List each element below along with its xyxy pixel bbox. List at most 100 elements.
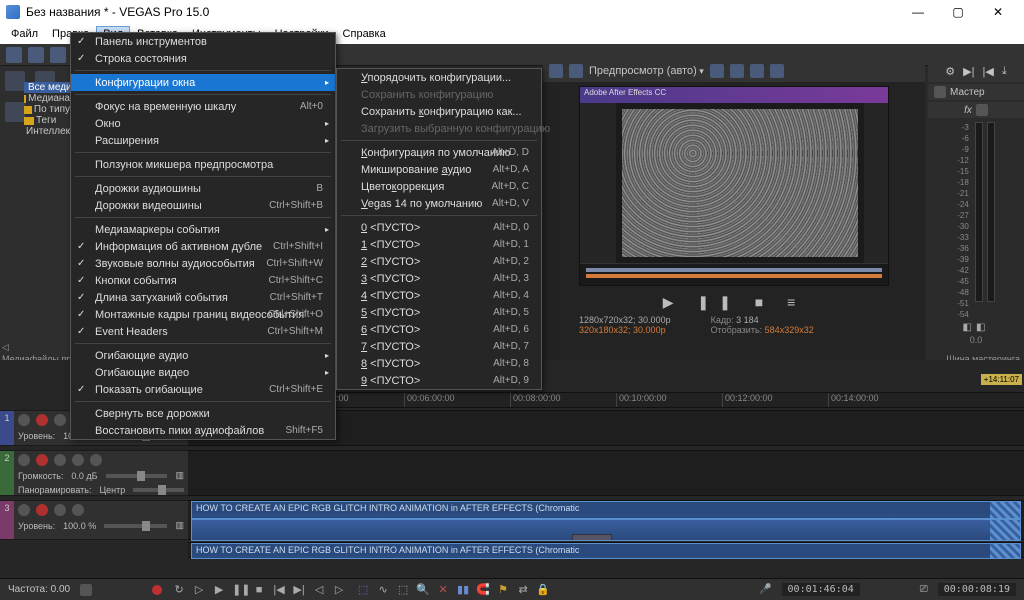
record-icon[interactable] [36,504,48,516]
tree-root[interactable]: Все меди [24,82,70,93]
menu-help[interactable]: Справка [336,26,393,42]
vol-slider[interactable] [106,474,168,478]
minimize-button[interactable]: — [898,5,938,19]
menu-item[interactable]: ✓Звуковые волны аудиособытияCtrl+Shift+W [71,255,335,272]
menu-file[interactable]: Файл [4,26,45,42]
submenu-item[interactable]: 7 <ПУСТО>Alt+D, 7 [337,338,541,355]
menu-item[interactable]: Восстановить пики аудиофайловShift+F5 [71,422,335,439]
bypass-icon[interactable] [18,414,30,426]
copy-icon[interactable] [750,64,764,78]
submenu-item[interactable]: 9 <ПУСТО>Alt+D, 9 [337,372,541,389]
track-header-2[interactable]: 2 Громкость:0.0 дБ▥ Панорамировать:Центр [0,450,188,496]
menu-item[interactable]: ✓Панель инструментов [71,33,335,50]
solo-mute[interactable]: ◧◧ [928,322,1024,333]
fx-icon[interactable] [770,64,784,78]
record-icon[interactable] [36,414,48,426]
ruler-tick[interactable]: 00:08:00:00 [510,393,616,407]
lock-icon[interactable]: 🔒 [536,583,550,596]
split-icon[interactable] [730,64,744,78]
submenu-item[interactable]: 8 <ПУСТО>Alt+D, 8 [337,355,541,372]
pause-icon[interactable]: ❚❚ [232,583,246,596]
track-lane-4[interactable]: HOW TO CREATE AN EPIC RGB GLITCH INTRO A… [188,542,1024,558]
submenu-item[interactable]: 1 <ПУСТО>Alt+D, 1 [337,236,541,253]
menu-item[interactable]: ✓Монтажные кадры границ видеособытияCtrl… [71,306,335,323]
snap-icon[interactable]: 🧲 [476,583,490,596]
menu-item[interactable]: Медиамаркеры события▸ [71,221,335,238]
select-icon[interactable]: ⬚ [396,583,410,596]
pan-slider[interactable] [133,488,184,492]
submenu-item[interactable]: 2 <ПУСТО>Alt+D, 2 [337,253,541,270]
submenu-item[interactable]: Конфигурация по умолчаниюAlt+D, D [337,144,541,161]
ruler-tick[interactable]: 00:06:00:00 [404,393,510,407]
split-icon[interactable]: ▮▮ [456,583,470,596]
normal-edit-icon[interactable]: ⬚ [356,583,370,596]
submenu-item[interactable]: ЦветокоррекцияAlt+D, C [337,178,541,195]
menu-item[interactable]: Расширения▸ [71,132,335,149]
track-lane-3[interactable]: HOW TO CREATE AN EPIC RGB GLITCH INTRO A… [188,500,1024,540]
timecode-2[interactable]: 00:00:08:19 [938,583,1016,596]
overlay-icon[interactable] [710,64,724,78]
rate-slider[interactable] [80,584,92,596]
menu-item[interactable]: ✓Показать огибающиеCtrl+Shift+E [71,381,335,398]
menu-item[interactable]: Конфигурации окна▸ [71,74,335,91]
edit-tools[interactable]: ⬚ ∿ ⬚ 🔍 ✕ ▮▮ 🧲 ⚑ ⇄ 🔒 [356,583,550,596]
zoom-icon[interactable]: 🔍 [416,583,430,596]
clip-anchor-icon[interactable]: ⎚ [920,584,928,595]
ruler-tick[interactable]: 00:12:00:00 [722,393,828,407]
submenu-item[interactable]: Сохранить конфигурацию как... [337,103,541,120]
solo-icon[interactable] [72,504,84,516]
fx-icon[interactable] [90,454,102,466]
preview-ext-icon[interactable] [569,64,583,78]
menu-item[interactable]: ✓Строка состояния [71,50,335,67]
stop-icon[interactable]: ■ [252,584,266,596]
settings-icon[interactable]: ⚙ [945,65,955,78]
mic-icon[interactable]: 🎤 [759,584,771,595]
track-lane-2[interactable] [188,450,1024,496]
tree-node[interactable]: Интеллек [24,126,70,137]
ruler-tick[interactable]: 00:14:00:00 [828,393,934,407]
open-icon[interactable] [28,47,44,63]
submenu-item[interactable]: 6 <ПУСТО>Alt+D, 6 [337,321,541,338]
menu-item[interactable]: ✓Длина затуханий событияCtrl+Shift+T [71,289,335,306]
track-number[interactable]: 1 [0,411,14,445]
submenu-item[interactable]: 0 <ПУСТО>Alt+D, 0 [337,219,541,236]
menu-item[interactable]: ✓Информация об активном дублеCtrl+Shift+… [71,238,335,255]
envelope-icon[interactable]: ∿ [376,583,390,596]
submenu-item[interactable]: Упорядочить конфигурации... [337,69,541,86]
download-icon[interactable]: ⤓ [1002,65,1007,78]
preview-quality-dropdown[interactable]: Предпросмотр (авто) [589,65,704,77]
track-number[interactable]: 3 [0,501,14,539]
menu-item[interactable]: Дорожки видеошиныCtrl+Shift+B [71,197,335,214]
fx-icon[interactable] [5,102,25,122]
submenu-item[interactable]: 5 <ПУСТО>Alt+D, 5 [337,304,541,321]
preview-transport[interactable]: ▶ ❚❚ ■ ≡ [543,294,925,311]
timecode-1[interactable]: 00:01:46:04 [782,583,860,596]
menu-item[interactable]: Огибающие видео▸ [71,364,335,381]
next-icon[interactable]: |◀ [983,65,994,78]
fx-row[interactable]: fx [928,102,1024,118]
timeline-marker[interactable]: +14:11:07 [981,374,1022,385]
save-icon[interactable] [50,47,66,63]
ruler-tick[interactable]: 00:10:00:00 [616,393,722,407]
bypass-icon[interactable] [18,454,30,466]
mute-icon[interactable] [54,454,66,466]
solo-icon[interactable] [72,454,84,466]
window-layouts-submenu[interactable]: Упорядочить конфигурации... Сохранить кон… [336,68,542,390]
marker-icon[interactable]: ⚑ [496,583,510,596]
go-end-icon[interactable]: ▶| [292,583,306,596]
video-clip[interactable]: HOW TO CREATE AN EPIC RGB GLITCH INTRO A… [191,501,1021,519]
preview-save-icon[interactable] [549,64,563,78]
props-icon[interactable]: ▥ [175,520,184,531]
submenu-item[interactable]: 4 <ПУСТО>Alt+D, 4 [337,287,541,304]
go-start-icon[interactable]: |◀ [272,583,286,596]
level-slider[interactable] [104,524,167,528]
next-frame-icon[interactable]: ▷ [332,583,346,596]
menu-item[interactable]: ✓Кнопки событияCtrl+Shift+C [71,272,335,289]
props-icon[interactable]: ▥ [175,470,184,481]
cut-icon[interactable]: ✕ [436,583,450,596]
tree-node[interactable]: Медиана [24,93,70,104]
mute-icon[interactable] [54,414,66,426]
master-section[interactable]: Мастер [928,84,1024,100]
track-header-3[interactable]: 3 Уровень:100.0 %▥ [0,500,188,540]
prev-icon[interactable]: ▶| [963,65,974,78]
